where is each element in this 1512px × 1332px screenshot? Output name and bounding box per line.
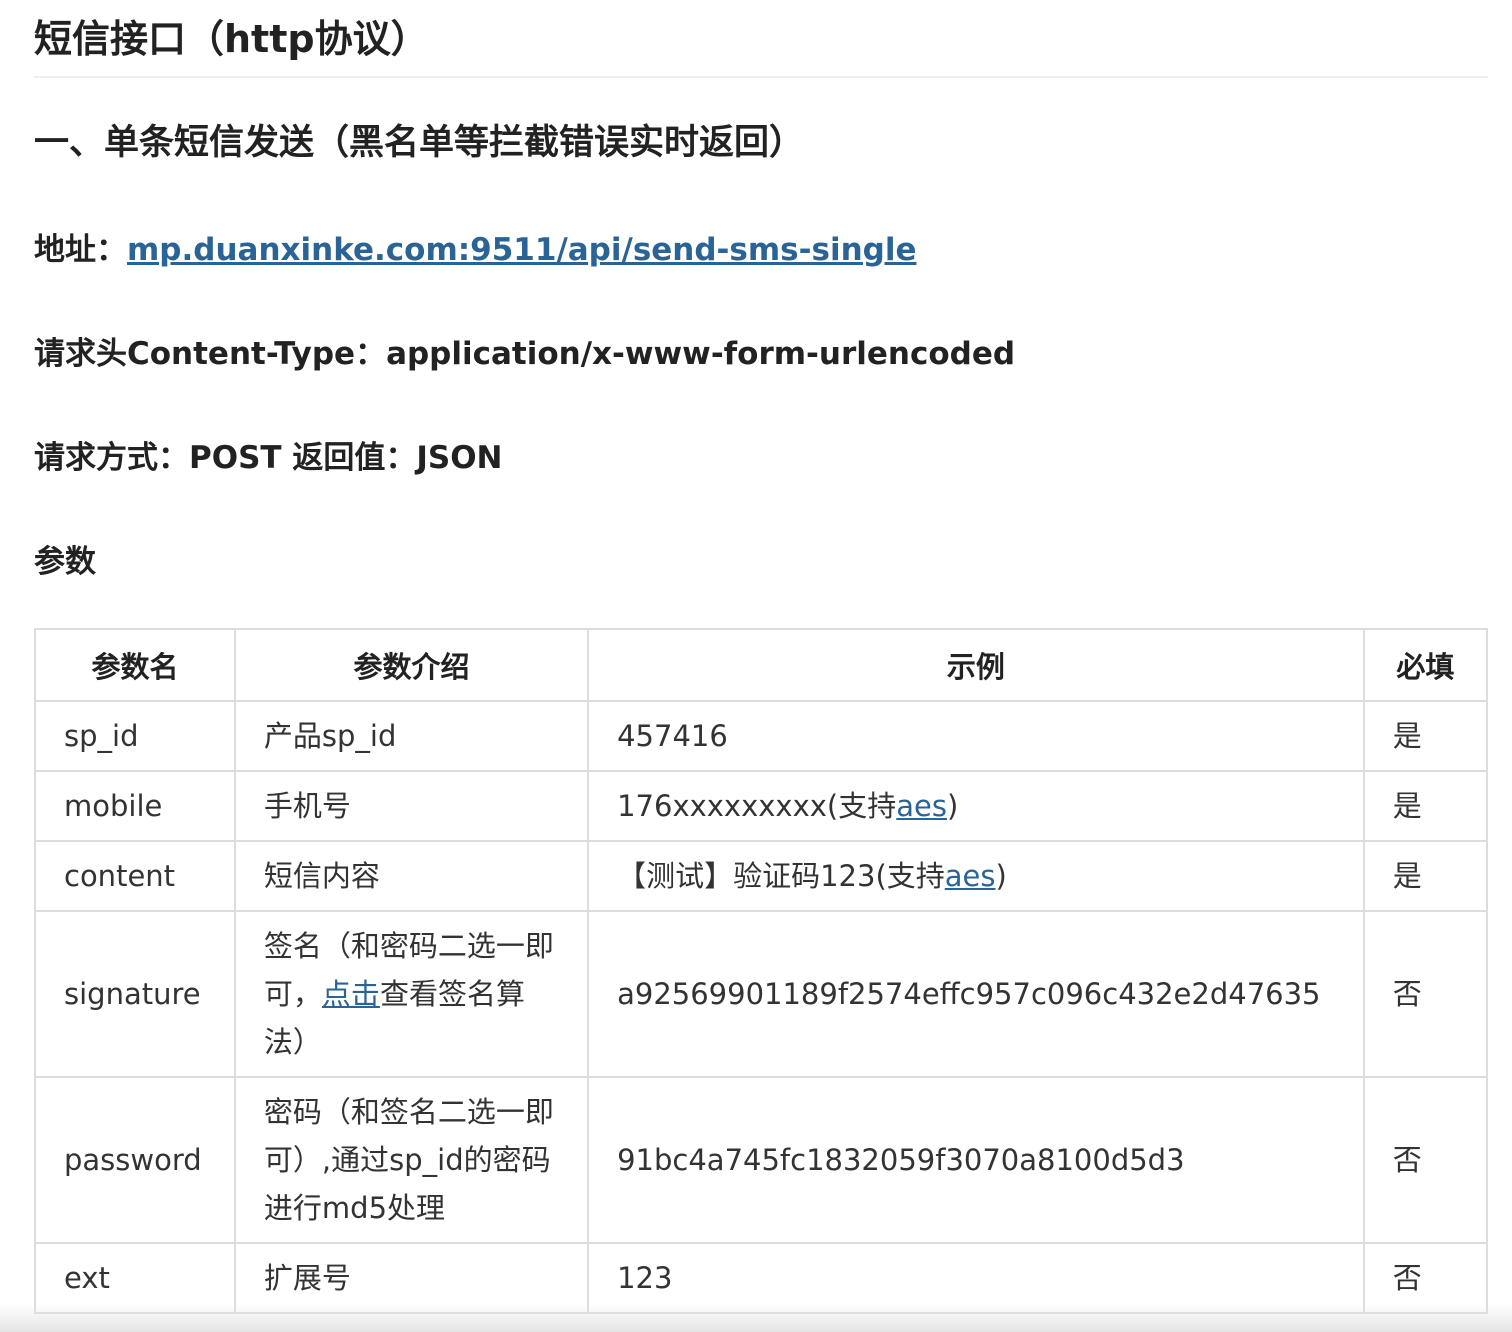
table-row: ext 扩展号 123 否 [34, 1242, 1489, 1314]
address-label: 地址： [34, 232, 127, 268]
table-row: sp_id 产品sp_id 457416 是 [34, 700, 1489, 772]
param-required: 否 [1362, 1242, 1489, 1314]
param-example: 457416 [587, 700, 1365, 772]
return-label: 返回值： [292, 440, 417, 476]
example-text-end: ) [946, 789, 959, 823]
bottom-fade [0, 1304, 1512, 1332]
param-name: mobile [34, 770, 236, 842]
param-name: sp_id [34, 700, 236, 772]
example-text-end: ) [995, 859, 1007, 893]
signature-algorithm-link[interactable]: 点击 [322, 977, 380, 1011]
table-row: password 密码（和签名二选一即可）,通过sp_id的密码进行md5处理 … [34, 1076, 1489, 1244]
param-required: 是 [1362, 840, 1489, 912]
table-row: mobile 手机号 176xxxxxxxxx(支持aes) 是 [34, 770, 1489, 842]
params-heading: 参数 [34, 544, 96, 580]
param-desc: 产品sp_id [233, 700, 590, 772]
address-link[interactable]: mp.duanxinke.com:9511/api/send-sms-singl… [127, 232, 917, 268]
param-example: 91bc4a745fc1832059f3070a8100d5d3 [587, 1076, 1365, 1244]
param-required: 否 [1362, 1076, 1489, 1244]
param-example: 176xxxxxxxxx(支持aes) [587, 770, 1365, 842]
param-desc: 短信内容 [233, 840, 590, 912]
param-example: 【测试】验证码123(支持aes) [587, 840, 1365, 912]
example-text: 【测试】验证码123(支持 [617, 859, 945, 893]
header-param-desc: 参数介绍 [233, 628, 590, 702]
content-type-label: 请求头Content-Type： [34, 336, 387, 372]
params-table: 参数名 参数介绍 示例 必填 sp_id 产品sp_id 457416 是 mo… [34, 628, 1489, 1314]
param-name: ext [34, 1242, 236, 1314]
param-required: 是 [1362, 700, 1489, 772]
header-required: 必填 [1362, 628, 1489, 702]
address-line: 地址：mp.duanxinke.com:9511/api/send-sms-si… [34, 228, 917, 272]
aes-link[interactable]: aes [945, 859, 996, 893]
table-row: content 短信内容 【测试】验证码123(支持aes) 是 [34, 840, 1489, 912]
param-name: password [34, 1076, 236, 1244]
header-param-name: 参数名 [34, 628, 236, 702]
header-example: 示例 [587, 628, 1365, 702]
aes-link[interactable]: aes [896, 789, 947, 823]
section-title: 一、单条短信发送（黑名单等拦截错误实时返回） [34, 123, 805, 163]
param-name: signature [34, 910, 236, 1078]
example-text: 176xxxxxxxxx(支持 [617, 789, 897, 823]
method-value: POST [189, 440, 282, 476]
page-title: 短信接口（http协议） [34, 0, 1488, 78]
return-value: JSON [416, 440, 503, 476]
table-row: signature 签名（和密码二选一即可，点击查看签名算法） a9256990… [34, 910, 1489, 1078]
param-desc: 密码（和签名二选一即可）,通过sp_id的密码进行md5处理 [233, 1076, 590, 1244]
content-type-value: application/x-www-form-urlencoded [386, 336, 1016, 372]
table-header-row: 参数名 参数介绍 示例 必填 [34, 628, 1489, 702]
param-example: a92569901189f2574effc957c096c432e2d47635 [587, 910, 1365, 1078]
param-name: content [34, 840, 236, 912]
method-line: 请求方式：POST 返回值：JSON [34, 436, 503, 480]
doc-page: 短信接口（http协议） 一、单条短信发送（黑名单等拦截错误实时返回） 地址：m… [34, 0, 1489, 1314]
param-desc: 签名（和密码二选一即可，点击查看签名算法） [233, 910, 590, 1078]
method-label: 请求方式： [34, 440, 189, 476]
param-required: 否 [1362, 910, 1489, 1078]
param-example: 123 [587, 1242, 1365, 1314]
param-desc: 手机号 [233, 770, 590, 842]
param-desc: 扩展号 [233, 1242, 590, 1314]
content-type-line: 请求头Content-Type：application/x-www-form-u… [34, 332, 1015, 376]
param-required: 是 [1362, 770, 1489, 842]
